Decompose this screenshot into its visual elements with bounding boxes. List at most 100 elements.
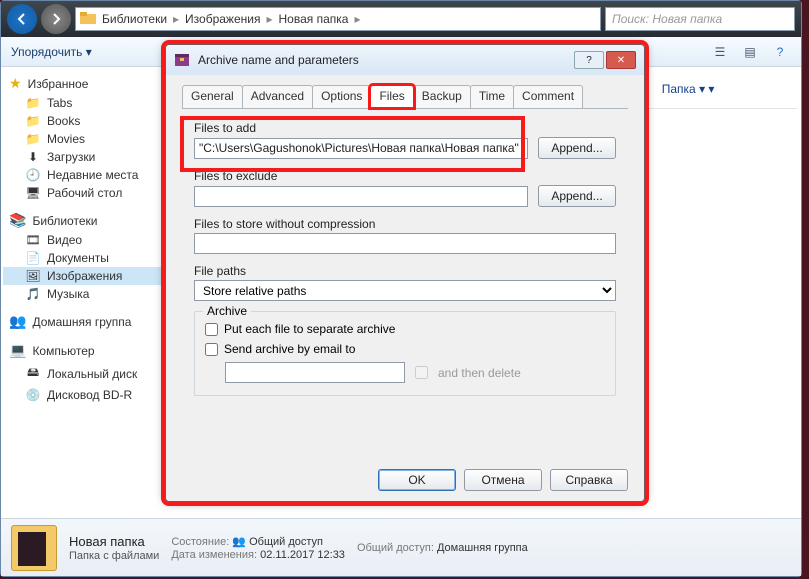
folder-thumbnail xyxy=(11,525,57,571)
chevron-right-icon: ▸ xyxy=(266,12,272,26)
dialog-title: Archive name and parameters xyxy=(198,53,359,67)
detail-name: Новая папка xyxy=(69,534,159,549)
chevron-right-icon: ▸ xyxy=(354,12,360,26)
tab-advanced[interactable]: Advanced xyxy=(242,85,313,108)
pictures-icon: 🖼 xyxy=(25,269,41,283)
files-no-compress-label: Files to store without compression xyxy=(194,217,616,231)
recent-icon: 🕘 xyxy=(25,168,41,182)
email-input xyxy=(225,362,405,383)
winrar-icon xyxy=(174,52,190,68)
tree-computer[interactable]: 💻 Компьютер xyxy=(3,340,161,361)
nav-tree: ★ Избранное 📁Tabs 📁Books 📁Movies ⬇Загруз… xyxy=(3,69,161,516)
archive-legend: Archive xyxy=(203,304,251,318)
breadcrumb-part[interactable]: Изображения xyxy=(185,12,260,26)
date-value: 02.11.2017 12:33 xyxy=(260,549,345,561)
document-icon: 📄 xyxy=(25,251,41,265)
breadcrumb-part[interactable]: Новая папка xyxy=(279,12,349,26)
tree-item[interactable]: 🖴Локальный диск xyxy=(3,361,161,386)
file-paths-select[interactable]: Store relative paths xyxy=(194,280,616,301)
drive-icon: 🖴 xyxy=(25,363,41,384)
tree-item[interactable]: 🎵Музыка xyxy=(3,285,161,303)
tree-item[interactable]: 🕘Недавние места xyxy=(3,166,161,184)
date-label: Дата изменения: xyxy=(171,549,257,561)
tree-libraries[interactable]: 📚 Библиотеки xyxy=(3,210,161,231)
help-titlebar-button[interactable]: ? xyxy=(574,51,604,69)
append-button[interactable]: Append... xyxy=(538,185,616,207)
share-label: Общий доступ: xyxy=(357,542,434,554)
archive-dialog: Archive name and parameters ? ✕ General … xyxy=(165,44,645,502)
share-value: Домашняя группа xyxy=(437,542,528,554)
tab-time[interactable]: Time xyxy=(470,85,514,108)
cancel-button[interactable]: Отмена xyxy=(464,469,542,491)
back-button[interactable] xyxy=(7,4,37,34)
search-input[interactable]: Поиск: Новая папка xyxy=(605,7,795,31)
folder-icon: 📁 xyxy=(25,114,41,128)
chk-separate-archive[interactable] xyxy=(205,323,218,336)
help-button[interactable]: ? xyxy=(769,41,791,63)
append-button[interactable]: Append... xyxy=(538,137,616,159)
tree-item[interactable]: ⬇Загрузки xyxy=(3,148,161,166)
tab-files[interactable]: Files xyxy=(370,85,413,108)
forward-button[interactable] xyxy=(41,4,71,34)
files-to-add-label: Files to add xyxy=(194,121,616,135)
folder-icon: 📁 xyxy=(25,96,41,110)
then-delete-label: and then delete xyxy=(438,366,521,380)
tab-general[interactable]: General xyxy=(182,85,243,108)
download-icon: ⬇ xyxy=(25,150,41,164)
tab-options[interactable]: Options xyxy=(312,85,371,108)
chk-separate-archive-label: Put each file to separate archive xyxy=(224,322,395,336)
files-to-exclude-input[interactable] xyxy=(194,186,528,207)
dialog-titlebar[interactable]: Archive name and parameters ? ✕ xyxy=(166,45,644,75)
files-no-compress-input[interactable] xyxy=(194,233,616,254)
view-details-button[interactable]: ▤ xyxy=(739,41,761,63)
tab-strip: General Advanced Options Files Backup Ti… xyxy=(182,85,628,109)
tree-item[interactable]: 🎞Видео xyxy=(3,231,161,249)
library-icon: 📚 xyxy=(9,212,26,229)
archive-group: Archive Put each file to separate archiv… xyxy=(194,311,616,396)
tree-item[interactable]: 📁Movies xyxy=(3,130,161,148)
folder-icon xyxy=(80,11,96,28)
star-icon: ★ xyxy=(9,75,22,92)
chk-then-delete xyxy=(415,366,428,379)
state-value: Общий доступ xyxy=(249,536,323,548)
details-pane: Новая папка Папка с файлами Состояние: 👥… xyxy=(1,518,801,576)
breadcrumb-part[interactable]: Библиотеки xyxy=(102,12,167,26)
files-to-add-input[interactable] xyxy=(194,138,528,159)
tree-item[interactable]: 🖥Рабочий стол xyxy=(3,184,161,202)
sort-link[interactable]: Папка ▾ xyxy=(662,82,715,96)
tree-item[interactable]: 📁Books xyxy=(3,112,161,130)
search-placeholder: Поиск: Новая папка xyxy=(612,12,722,26)
tree-item[interactable]: 💿Дисковод BD-R xyxy=(3,386,161,404)
state-label: Состояние: xyxy=(171,536,229,548)
explorer-nav-bar: Библиотеки ▸ Изображения ▸ Новая папка ▸… xyxy=(1,1,801,37)
organize-button[interactable]: Упорядочить ▾ xyxy=(11,45,92,59)
tree-item[interactable]: 🖼Изображения xyxy=(3,267,161,285)
homegroup-icon: 👥 xyxy=(9,313,26,330)
disc-icon: 💿 xyxy=(25,388,41,402)
help-button[interactable]: Справка xyxy=(550,469,628,491)
folder-icon: 📁 xyxy=(25,132,41,146)
tree-item[interactable]: 📁Tabs xyxy=(3,94,161,112)
music-icon: 🎵 xyxy=(25,287,41,301)
ok-button[interactable]: OK xyxy=(378,469,456,491)
tree-favorites[interactable]: ★ Избранное xyxy=(3,73,161,94)
files-to-exclude-label: Files to exclude xyxy=(194,169,616,183)
tab-backup[interactable]: Backup xyxy=(413,85,471,108)
detail-type: Папка с файлами xyxy=(69,550,159,562)
people-icon: 👥 xyxy=(232,536,246,548)
close-button[interactable]: ✕ xyxy=(606,51,636,69)
view-thumbs-button[interactable]: ☰ xyxy=(709,41,731,63)
desktop-icon: 🖥 xyxy=(25,186,41,200)
dialog-button-row: OK Отмена Справка xyxy=(166,469,644,491)
breadcrumb[interactable]: Библиотеки ▸ Изображения ▸ Новая папка ▸ xyxy=(75,7,601,31)
tree-homegroup[interactable]: 👥 Домашняя группа xyxy=(3,311,161,332)
tree-item[interactable]: 📄Документы xyxy=(3,249,161,267)
file-paths-label: File paths xyxy=(194,264,616,278)
chk-send-email-label: Send archive by email to xyxy=(224,342,355,356)
tab-comment[interactable]: Comment xyxy=(513,85,583,108)
video-icon: 🎞 xyxy=(25,233,41,247)
chevron-right-icon: ▸ xyxy=(173,12,179,26)
dialog-body: General Advanced Options Files Backup Ti… xyxy=(166,75,644,410)
computer-icon: 💻 xyxy=(9,342,26,359)
chk-send-email[interactable] xyxy=(205,343,218,356)
